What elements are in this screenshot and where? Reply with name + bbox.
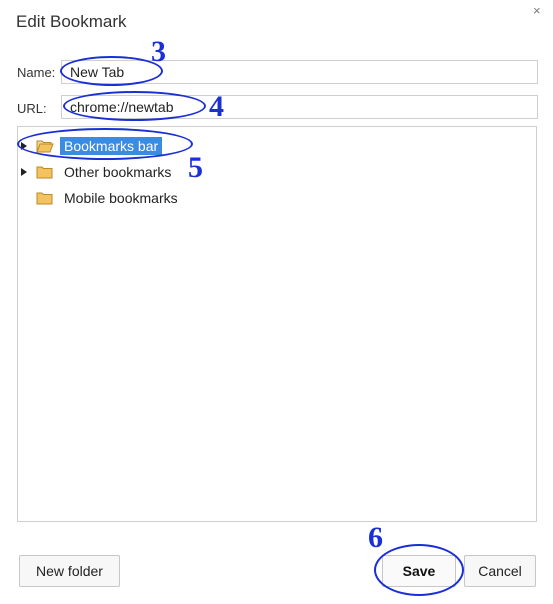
tree-item-label: Mobile bookmarks — [64, 190, 178, 206]
cancel-button[interactable]: Cancel — [464, 555, 536, 587]
tree-item-label: Bookmarks bar — [60, 137, 163, 155]
folder-icon — [36, 191, 54, 205]
close-icon[interactable]: × — [533, 4, 541, 18]
tree-item-mobile-bookmarks[interactable]: Mobile bookmarks — [20, 187, 182, 209]
edit-bookmark-dialog: Edit Bookmark × Name: URL: Bookmarks bar — [0, 0, 553, 604]
folder-open-icon — [36, 139, 54, 153]
tree-item-other-bookmarks[interactable]: Other bookmarks — [20, 161, 175, 183]
annotation-number-5: 5 — [188, 151, 203, 184]
folder-icon — [36, 165, 54, 179]
annotation-number-6: 6 — [368, 521, 383, 554]
expand-arrow-icon[interactable] — [20, 168, 28, 176]
new-folder-button[interactable]: New folder — [19, 555, 120, 587]
annotation-number-3: 3 — [151, 35, 166, 68]
url-label: URL: — [17, 101, 47, 116]
tree-item-label: Other bookmarks — [64, 164, 172, 180]
tree-item-bookmarks-bar[interactable]: Bookmarks bar — [20, 135, 163, 157]
annotation-number-4: 4 — [209, 90, 224, 123]
save-button[interactable]: Save — [382, 555, 456, 587]
expand-arrow-icon[interactable] — [20, 142, 28, 150]
url-field[interactable] — [61, 95, 538, 119]
name-label: Name: — [17, 65, 56, 80]
name-field[interactable] — [61, 60, 538, 84]
folder-tree[interactable]: Bookmarks bar Other bookmarks Mobile boo… — [17, 126, 537, 522]
dialog-title: Edit Bookmark — [16, 12, 127, 31]
